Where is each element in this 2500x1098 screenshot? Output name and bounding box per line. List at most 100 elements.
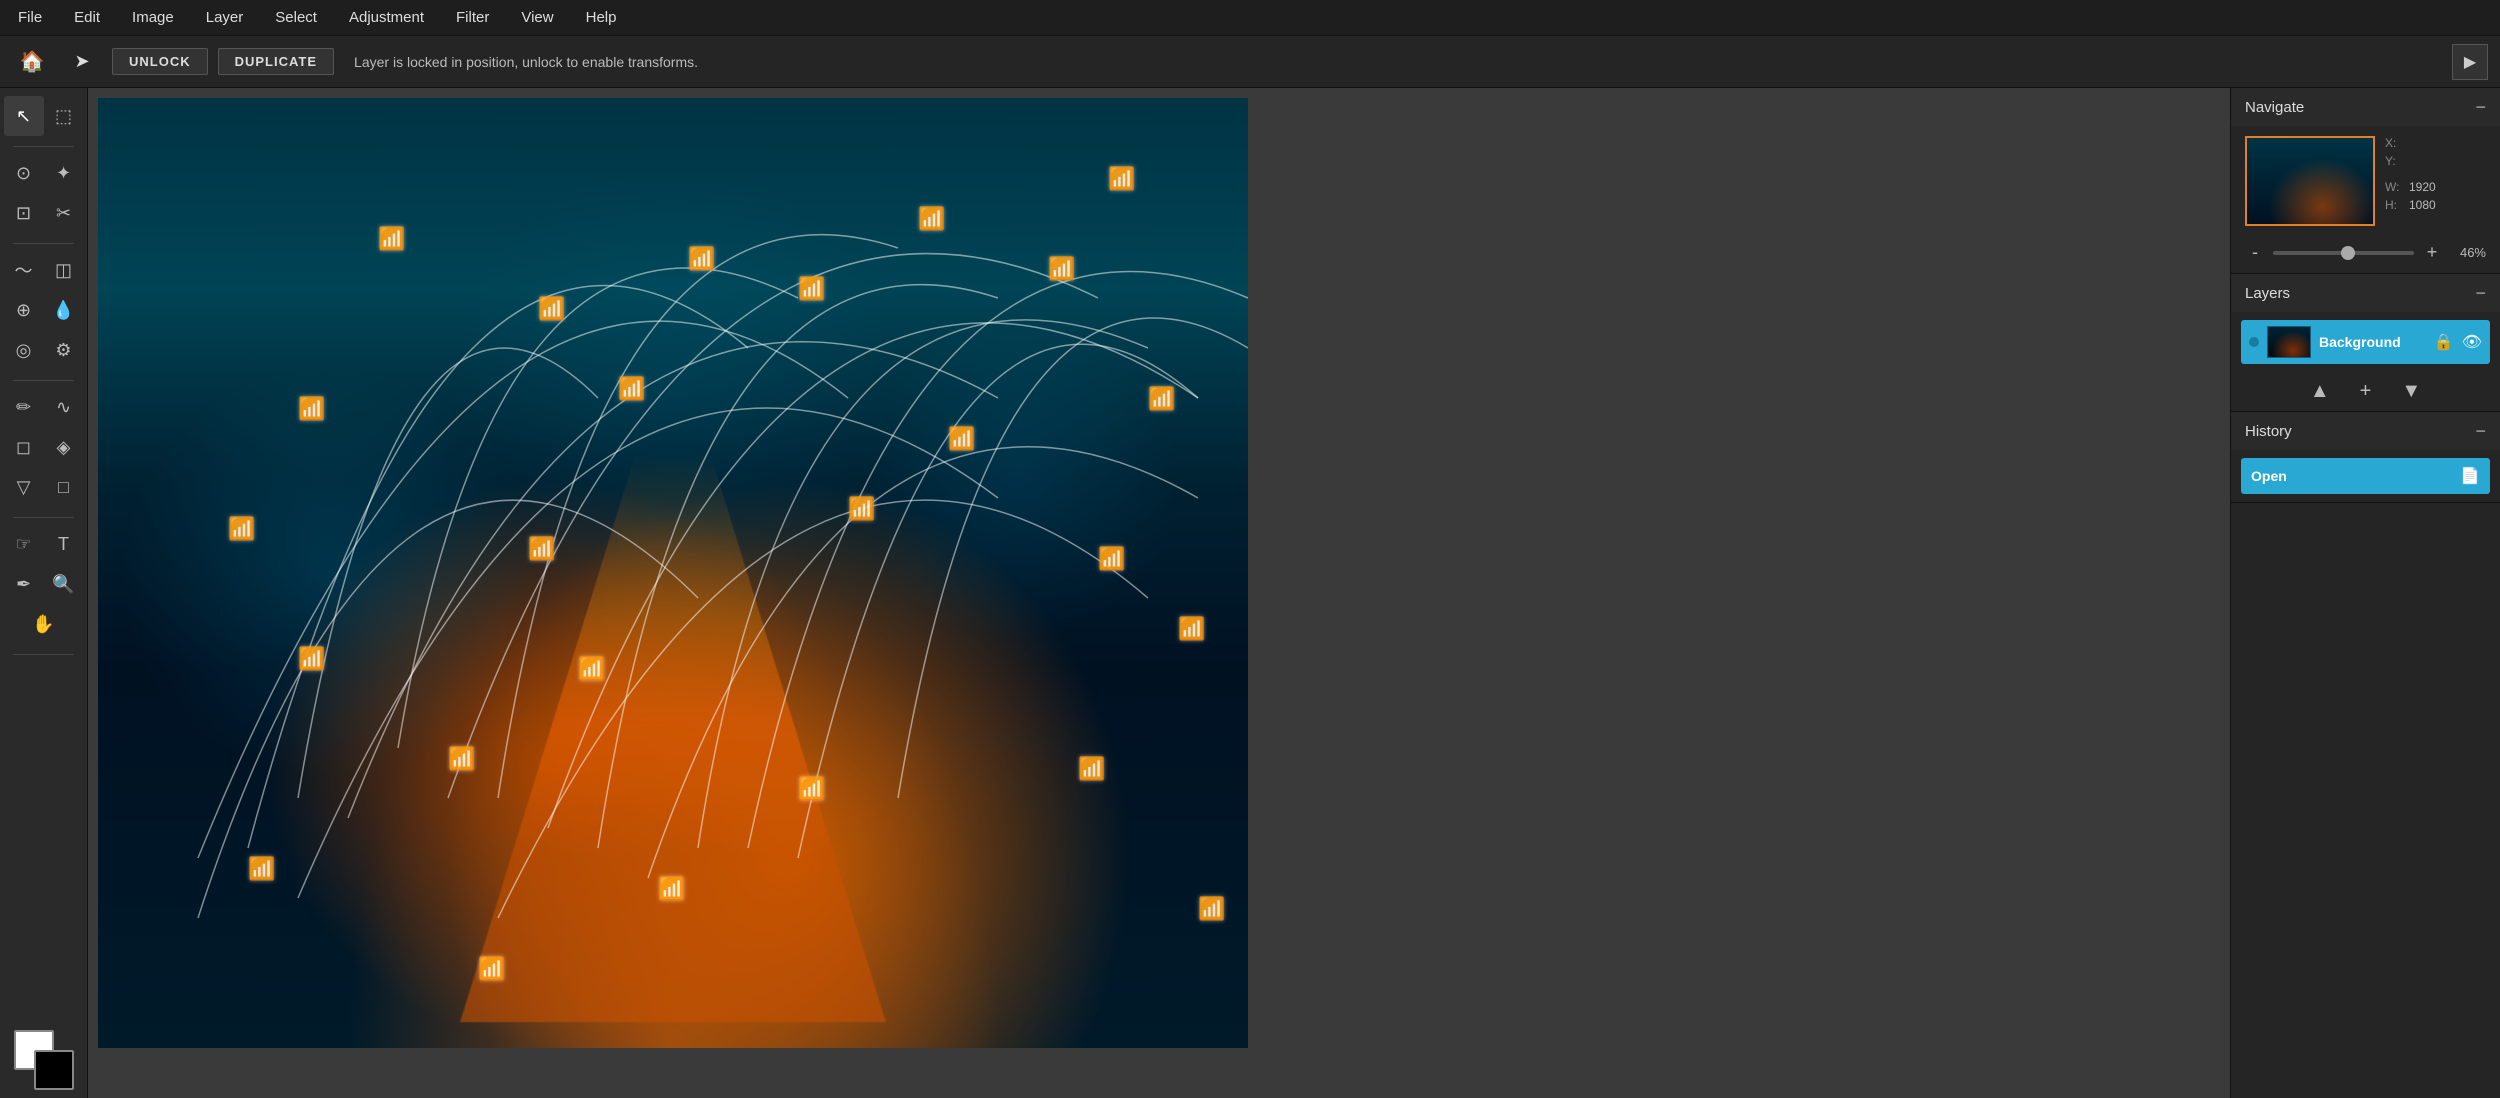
magic-wand-tool[interactable]: ✦ (44, 153, 84, 193)
wifi-icon: 📶 (298, 648, 325, 670)
duplicate-button[interactable]: DUPLICATE (218, 48, 334, 75)
wifi-icon: 📶 (798, 278, 825, 300)
h-value: 1080 (2409, 198, 2436, 212)
menubar: File Edit Image Layer Select Adjustment … (0, 0, 2500, 36)
marquee-tool[interactable]: ⬚ (44, 96, 84, 136)
history-collapse-button[interactable]: − (2475, 422, 2486, 440)
text-tools: ☞ T ✒ 🔍 ✋ (0, 524, 87, 644)
crop-tool[interactable]: ⊡ (4, 193, 44, 233)
layer-thumbnail (2267, 326, 2311, 358)
smudge-tool[interactable]: 〜 (4, 250, 44, 290)
navigate-preview: X: Y: W: 1920 H: 1080 (2231, 126, 2500, 236)
lasso-tool[interactable]: ⊙ (4, 153, 44, 193)
lock-icon[interactable]: 🔒 (2434, 332, 2454, 352)
wifi-icon: 📶 (1098, 548, 1125, 570)
navigate-collapse-button[interactable]: − (2475, 98, 2486, 116)
dropper-tool[interactable]: 💧 (44, 290, 84, 330)
zoom-tool[interactable]: 🔍 (44, 564, 84, 604)
paint-tools: ✏ ∿ ◻ ◈ ▽ □ (0, 387, 87, 507)
fill-tool[interactable]: ▽ (4, 467, 44, 507)
wifi-icon: 📶 (298, 398, 325, 420)
menu-adjustment[interactable]: Adjustment (343, 5, 430, 30)
history-content: Open 📄 (2231, 450, 2500, 502)
arrow-tool-button[interactable]: ➤ (62, 42, 102, 82)
wifi-icon: 📶 (1078, 758, 1105, 780)
wifi-icon: 📶 (798, 778, 825, 800)
wifi-icon: 📶 (228, 518, 255, 540)
move-layer-down-button[interactable]: ▼ (2401, 380, 2421, 403)
eraser-tool[interactable]: ◻ (4, 427, 44, 467)
menu-edit[interactable]: Edit (68, 5, 106, 30)
menu-help[interactable]: Help (580, 5, 623, 30)
menu-view[interactable]: View (515, 5, 559, 30)
expand-panel-button[interactable]: ▶ (2452, 44, 2488, 80)
wifi-icon: 📶 (948, 428, 975, 450)
history-item-label: Open (2251, 468, 2452, 484)
zoom-slider-thumb[interactable] (2341, 246, 2355, 260)
navigate-header: Navigate − (2231, 88, 2500, 126)
wifi-icon: 📶 (1048, 258, 1075, 280)
wifi-icon: 📶 (618, 378, 645, 400)
home-button[interactable]: 🏠 (12, 42, 52, 82)
foreground-color-swatch[interactable] (34, 1050, 74, 1090)
eraser-alt-tool[interactable]: ◫ (44, 250, 84, 290)
history-item[interactable]: Open 📄 (2241, 458, 2490, 494)
draw-tools: ⊙ ✦ ⊡ ✂ (0, 153, 87, 233)
select-tool[interactable]: ↖ (4, 96, 44, 136)
wifi-icon: 📶 (1178, 618, 1205, 640)
history-header: History − (2231, 412, 2500, 450)
heal-tool[interactable]: ◎ (4, 330, 44, 370)
shape-tool[interactable]: □ (44, 467, 84, 507)
visibility-icon[interactable]: 👁 (2462, 332, 2482, 352)
wifi-icon: 📶 (1148, 388, 1175, 410)
toolbar: 🏠 ➤ UNLOCK DUPLICATE Layer is locked in … (0, 36, 2500, 88)
wifi-icon: 📶 (378, 228, 405, 250)
add-layer-button[interactable]: + (2360, 380, 2372, 403)
tools-panel: ↖ ⬚ ⊙ ✦ ⊡ ✂ 〜 ◫ ⊕ 💧 (0, 88, 88, 1098)
color-swatches[interactable] (14, 1030, 74, 1090)
layer-name: Background (2319, 334, 2426, 350)
menu-select[interactable]: Select (269, 5, 323, 30)
x-label: X: (2385, 136, 2405, 150)
selection-tools: ↖ ⬚ (0, 96, 87, 136)
menu-layer[interactable]: Layer (200, 5, 250, 30)
unlock-button[interactable]: UNLOCK (112, 48, 208, 75)
canvas-area[interactable]: 📶 📶 📶 📶 📶 📶 📶 📶 📶 📶 📶 📶 📶 📶 📶 📶 📶 📶 📶 📶 … (88, 88, 2230, 1098)
zoom-slider[interactable] (2273, 251, 2414, 255)
blur2-tool[interactable]: ◈ (44, 427, 84, 467)
brush-tool[interactable]: ✒ (4, 564, 44, 604)
layer-item[interactable]: Background 🔒 👁 (2241, 320, 2490, 364)
wifi-icon: 📶 (1108, 168, 1135, 190)
wifi-icon: 📶 (578, 658, 605, 680)
blur-tool[interactable]: ∿ (44, 387, 84, 427)
wifi-icon: 📶 (448, 748, 475, 770)
h-label: H: (2385, 198, 2405, 212)
zoom-out-button[interactable]: - (2245, 242, 2265, 263)
wifi-icon: 📶 (688, 248, 715, 270)
navigate-title: Navigate (2245, 99, 2304, 116)
layers-collapse-button[interactable]: − (2475, 284, 2486, 302)
zoom-row: - + 46% (2231, 236, 2500, 273)
layer-thumb-bg (2268, 327, 2310, 357)
scissors-tool[interactable]: ✂ (44, 193, 84, 233)
hand-tool[interactable]: ✋ (24, 604, 64, 644)
move-layer-up-button[interactable]: ▲ (2310, 380, 2330, 403)
gear-tool[interactable]: ⚙ (44, 330, 84, 370)
menu-image[interactable]: Image (126, 5, 180, 30)
zoom-in-button[interactable]: + (2422, 242, 2442, 263)
stamp-tool[interactable]: ⊕ (4, 290, 44, 330)
menu-filter[interactable]: Filter (450, 5, 495, 30)
main-area: ↖ ⬚ ⊙ ✦ ⊡ ✂ 〜 ◫ ⊕ 💧 (0, 88, 2500, 1098)
thumb-city-bg (2247, 138, 2373, 224)
nav-thumbnail[interactable] (2245, 136, 2375, 226)
wifi-icon: 📶 (538, 298, 565, 320)
wifi-icon: 📶 (248, 858, 275, 880)
text-tool[interactable]: T (44, 524, 84, 564)
pen-tool[interactable]: ✏ (4, 387, 44, 427)
toolbar-message: Layer is locked in position, unlock to e… (354, 54, 698, 70)
layer-controls: ▲ + ▼ (2231, 372, 2500, 411)
hand2-tool[interactable]: ☞ (4, 524, 44, 564)
w-value: 1920 (2409, 180, 2436, 194)
menu-file[interactable]: File (12, 5, 48, 30)
wifi-icon: 📶 (848, 498, 875, 520)
